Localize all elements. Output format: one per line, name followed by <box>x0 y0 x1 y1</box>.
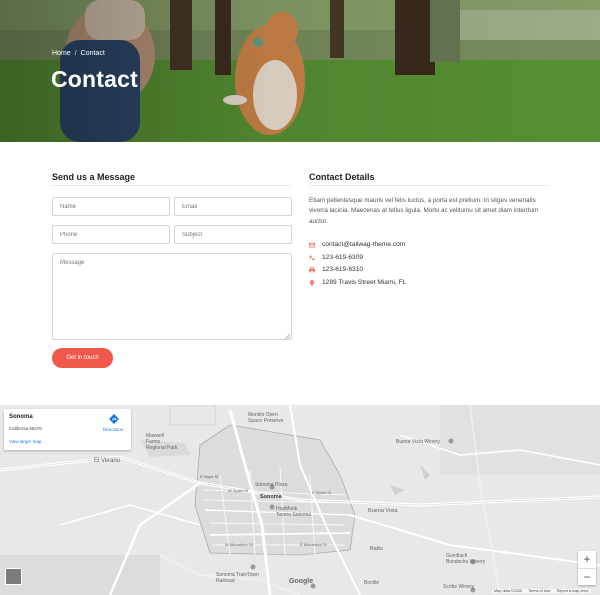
fax-icon <box>309 266 315 272</box>
map-place-card: Sonoma California 95476 View larger map … <box>4 409 131 450</box>
hero-banner: Home / Contact Contact <box>0 0 600 142</box>
map-label-bonille: Bonille <box>364 580 380 586</box>
view-larger-map-link[interactable]: View larger map <box>9 439 41 444</box>
map-label-scribe: Scribe Winery <box>443 584 475 590</box>
map-label-e-spain: E Spain St <box>312 490 331 495</box>
place-address: California 95476 <box>9 426 42 431</box>
map-label-maxwell: Maxwell Farms Regional Park <box>146 433 178 451</box>
directions-link[interactable]: Directions <box>103 427 123 432</box>
map-label-traintown: Sonoma TrainTown Railroad <box>216 572 259 584</box>
breadcrumb-home[interactable]: Home <box>52 50 71 57</box>
map-label-el-verano: El Verano <box>94 458 121 464</box>
map-type-thumbnail[interactable] <box>5 568 22 585</box>
map-footer: Map data ©2020 Terms of Use Report a map… <box>492 589 591 593</box>
page-title: Contact <box>51 66 139 92</box>
map-label-w-macarthur: W Macarthur St <box>225 542 253 547</box>
breadcrumb-separator: / <box>74 50 77 57</box>
contact-phone[interactable]: 123-619-6309 <box>322 254 363 261</box>
contact-address-row: 1289 Travis Street Miami, FL <box>309 279 406 286</box>
google-logo: Google <box>289 578 314 585</box>
directions-icon[interactable] <box>109 414 119 424</box>
subject-input[interactable] <box>174 225 292 244</box>
map-label-batto: Batto <box>370 546 383 552</box>
email-input[interactable] <box>174 197 292 216</box>
contact-phone-row: 123-619-6309 <box>309 254 363 261</box>
place-name: Sonoma <box>9 414 33 420</box>
report-map-error-link[interactable]: Report a map error <box>557 589 589 593</box>
map-label-e-napa: E Napa St <box>200 474 219 479</box>
contact-email-row: contact@tailwag-theme.com <box>309 241 405 248</box>
map-label-sonoma: Sonoma <box>260 494 282 500</box>
map-label-montini: Montini Open Space Preserve <box>248 412 284 424</box>
get-in-touch-button[interactable]: Get in touch <box>52 348 113 368</box>
zoom-controls: + − <box>578 551 596 585</box>
map-label-hopmonk: HopMonk Tavern Sonoma <box>276 506 312 518</box>
map-pin-icon <box>309 279 315 286</box>
terms-of-use-link[interactable]: Terms of Use <box>528 589 550 593</box>
map-label-w-spain: W Spain St <box>228 488 249 493</box>
contact-email[interactable]: contact@tailwag-theme.com <box>322 241 405 248</box>
details-title-divider <box>309 185 548 186</box>
map-label-gundlach: Gundlach Bundschu Winery <box>446 553 486 565</box>
contact-fax: 123-619-6310 <box>322 266 364 273</box>
map-label-sonoma-plaza: Sonoma Plaza <box>255 482 288 488</box>
form-title-divider <box>52 185 291 186</box>
contact-address: 1289 Travis Street Miami, FL <box>322 279 407 286</box>
details-description: Etiam pellentesque mauris vel felis luct… <box>309 197 539 225</box>
phone-icon <box>309 255 315 260</box>
details-title: Contact Details <box>309 172 375 182</box>
breadcrumb-current: Contact <box>80 50 105 57</box>
map-label-buena-vista-winery: Buena Vista Winery <box>396 439 440 445</box>
map-label-e-macarthur: E Macarthur St <box>300 542 327 547</box>
resize-grip-icon[interactable] <box>284 333 290 339</box>
name-input[interactable] <box>52 197 170 216</box>
phone-input[interactable] <box>52 225 170 244</box>
zoom-out-button[interactable]: − <box>578 568 596 585</box>
form-title: Send us a Message <box>52 172 136 182</box>
contact-fax-row: 123-619-6310 <box>309 266 363 273</box>
map-data-credit: Map data ©2020 <box>494 589 523 593</box>
map-label-buena-vista: Buena Vista <box>368 508 398 514</box>
message-textarea[interactable] <box>52 253 292 340</box>
envelope-icon <box>309 242 315 247</box>
breadcrumb: Home / Contact <box>52 50 105 57</box>
zoom-in-button[interactable]: + <box>578 551 596 568</box>
